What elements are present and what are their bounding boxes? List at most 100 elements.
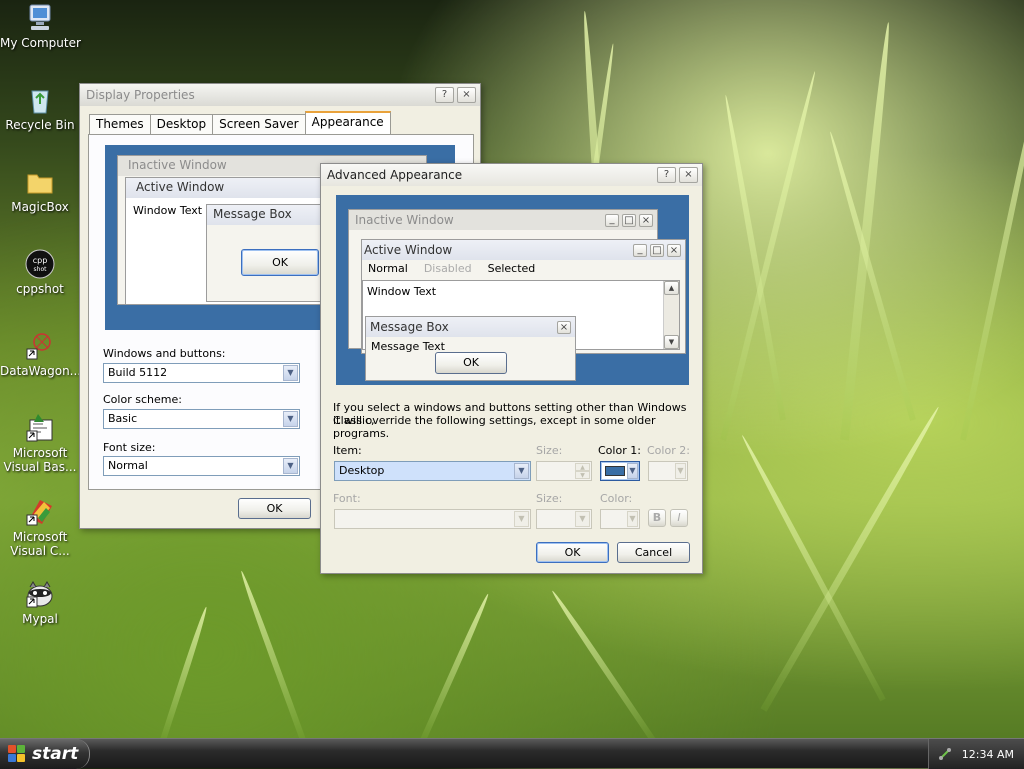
advanced-ok-button[interactable]: OK	[536, 542, 609, 563]
font-color-label: Color:	[600, 492, 633, 505]
preview-message-box[interactable]: Message Box × Message Text OK	[365, 316, 576, 381]
tab-strip: Themes Desktop Screen Saver Appearance	[89, 111, 391, 134]
desktop-icon-magicbox[interactable]: MagicBox	[0, 166, 80, 214]
preview-menu-normal[interactable]: Normal	[368, 262, 408, 275]
color1-label: Color 1:	[598, 444, 641, 457]
desktop-icon-label: Mypal	[22, 612, 58, 626]
cppshot-icon: cpp shot	[24, 248, 56, 280]
display-properties-titlebar[interactable]: Display Properties ? ×	[80, 84, 480, 106]
font-select[interactable]: ▼	[334, 509, 531, 529]
desktop-icon-recycle-bin[interactable]: Recycle Bin	[0, 84, 80, 132]
advanced-preview[interactable]: Inactive Window _ □ × Active Window _ □ …	[336, 195, 689, 385]
folder-icon	[24, 166, 56, 198]
preview-window-text: Window Text	[367, 285, 437, 298]
tab-themes[interactable]: Themes	[89, 114, 151, 134]
tab-desktop[interactable]: Desktop	[149, 114, 214, 134]
help-button[interactable]: ?	[657, 167, 676, 183]
color-scheme-select[interactable]: Basic ▼	[103, 409, 300, 429]
color-scheme-value: Basic	[108, 412, 138, 425]
clock[interactable]: 12:34 AM	[962, 748, 1014, 761]
bold-button[interactable]: B	[648, 509, 666, 527]
size-label: Size:	[536, 444, 563, 457]
desktop-icon-visual-c[interactable]: Microsoft Visual C...	[0, 496, 80, 558]
font-label: Font:	[333, 492, 361, 505]
minimize-icon: _	[605, 213, 619, 227]
color1-swatch	[605, 466, 625, 476]
preview-menu-selected[interactable]: Selected	[488, 262, 536, 275]
preview-ok-button[interactable]: OK	[435, 352, 507, 374]
preview-menu-disabled[interactable]: Disabled	[424, 262, 472, 275]
windows-flag-icon	[8, 745, 26, 763]
font-size-select[interactable]: ▼	[536, 509, 592, 529]
advanced-appearance-window: Advanced Appearance ? × Inactive Window …	[320, 163, 703, 574]
italic-button[interactable]: I	[670, 509, 688, 527]
desktop-icon-visual-basic[interactable]: Microsoft Visual Bas...	[0, 412, 80, 474]
close-button[interactable]: ×	[457, 87, 476, 103]
close-icon: ×	[667, 243, 681, 257]
chevron-down-icon: ▼	[627, 511, 638, 527]
desktop-icon-label: Microsoft Visual Bas...	[3, 446, 77, 474]
color-scheme-label: Color scheme:	[103, 393, 182, 406]
svg-text:cpp: cpp	[33, 256, 48, 265]
network-icon[interactable]	[938, 747, 952, 761]
display-ok-button[interactable]: OK	[238, 498, 311, 519]
recycle-bin-icon	[24, 84, 56, 116]
windows-buttons-label: Windows and buttons:	[103, 347, 226, 360]
desktop-icon-label: My Computer	[0, 36, 81, 50]
tab-appearance[interactable]: Appearance	[304, 111, 391, 134]
preview-message-box-title: Message Box	[370, 320, 449, 334]
color2-label: Color 2:	[647, 444, 690, 457]
advanced-appearance-titlebar[interactable]: Advanced Appearance ? ×	[321, 164, 702, 186]
close-button[interactable]: ×	[679, 167, 698, 183]
desktop-icon-label: Recycle Bin	[5, 118, 75, 132]
desktop-icon-label: cppshot	[16, 282, 64, 296]
system-tray: 12:34 AM	[928, 739, 1024, 769]
chevron-down-icon: ▼	[283, 458, 298, 474]
preview-inactive-title: Inactive Window	[355, 213, 454, 227]
computer-icon	[24, 2, 56, 34]
chevron-down-icon: ▼	[575, 511, 590, 527]
preview-ok-button: OK	[241, 249, 319, 276]
font-color-button[interactable]: ▼	[600, 509, 640, 529]
chevron-down-icon: ▼	[283, 411, 298, 427]
desktop-icon-label: Microsoft Visual C...	[10, 530, 70, 558]
close-icon: ×	[639, 213, 653, 227]
desktop-icon-cppshot[interactable]: cpp shot cppshot	[0, 248, 80, 296]
desktop-icon-mypal[interactable]: Mypal	[0, 578, 80, 626]
info-text-line2: it will override the following settings,…	[333, 414, 656, 440]
spin-up-icon: ▲	[575, 463, 590, 471]
font-size-label: Font size:	[103, 441, 156, 454]
visual-basic-icon	[24, 412, 56, 444]
window-title: Display Properties	[86, 88, 195, 102]
preview-scrollbar[interactable]: ▲ ▼	[663, 281, 679, 349]
font-size-label: Size:	[536, 492, 563, 505]
windows-buttons-select[interactable]: Build 5112 ▼	[103, 363, 300, 383]
chevron-down-icon: ▼	[627, 463, 638, 479]
scroll-down-icon: ▼	[664, 335, 679, 349]
preview-message-text: Message Text	[371, 340, 445, 353]
desktop-icon-label: DataWagon...	[0, 364, 82, 378]
font-size-value: Normal	[108, 459, 148, 472]
preview-active-titlebar: Active Window _ □ ×	[362, 240, 685, 260]
font-size-select[interactable]: Normal ▼	[103, 456, 300, 476]
window-title: Advanced Appearance	[327, 168, 463, 182]
desktop-icon-my-computer[interactable]: My Computer	[0, 2, 81, 50]
chevron-down-icon: ▼	[514, 511, 529, 527]
start-button[interactable]: start	[0, 739, 90, 769]
item-value: Desktop	[339, 464, 385, 477]
spin-down-icon: ▼	[575, 471, 590, 479]
visual-c-icon	[24, 496, 56, 528]
advanced-cancel-button[interactable]: Cancel	[617, 542, 690, 563]
size-spinner[interactable]: ▲ ▼	[536, 461, 592, 481]
desktop-icon-datawagon[interactable]: DataWagon...	[0, 330, 82, 378]
color2-button[interactable]: ▼	[648, 461, 688, 481]
taskbar: start 12:34 AM	[0, 738, 1024, 769]
help-button[interactable]: ?	[435, 87, 454, 103]
tab-screen-saver[interactable]: Screen Saver	[212, 114, 306, 134]
item-label: Item:	[333, 444, 362, 457]
chevron-down-icon: ▼	[283, 365, 298, 381]
preview-active-title: Active Window	[364, 243, 453, 257]
color1-button[interactable]: ▼	[600, 461, 640, 481]
preview-inactive-titlebar: Inactive Window _ □ ×	[349, 210, 657, 230]
item-select[interactable]: Desktop ▼	[334, 461, 531, 481]
